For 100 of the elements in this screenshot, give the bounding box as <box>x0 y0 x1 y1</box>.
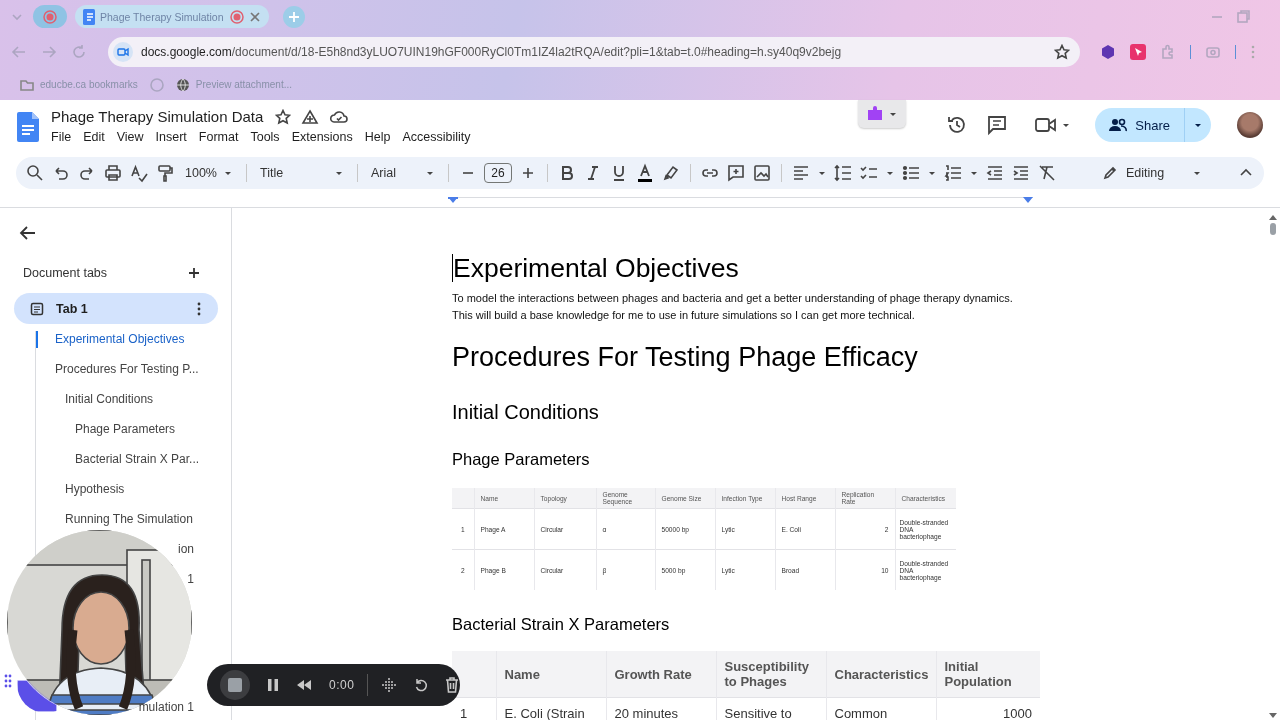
stop-button[interactable] <box>220 670 250 700</box>
extension-button[interactable] <box>858 100 907 128</box>
table-cell: Common <box>834 706 888 720</box>
font-dropdown[interactable]: Arial <box>367 161 439 185</box>
outline-item[interactable]: Hypothesis <box>65 482 125 496</box>
back-arrow-icon[interactable] <box>19 224 37 242</box>
people-icon <box>1109 118 1128 132</box>
docs-logo-icon[interactable] <box>17 112 39 142</box>
outline-item[interactable]: Experimental Objectives <box>55 332 185 346</box>
indent-marker-icon[interactable] <box>1023 197 1033 205</box>
url-text: docs.google.com/document/d/18-E5h8nd3yLUO7UIN19hGF000RyCl0Tm1IZ4la2tRQA/edit?pli=1&tab=t.0#heading=h.sy40q9v2bejg <box>141 45 843 59</box>
table-cell: E. Coli (Strain <box>504 706 585 720</box>
cursor-extension-icon[interactable] <box>1130 44 1146 60</box>
outline-item[interactable]: Initial Conditions <box>65 392 154 406</box>
outline-item[interactable]: Phage Parameters <box>75 422 176 436</box>
menu-item[interactable]: Insert <box>149 128 193 146</box>
spellcheck-icon[interactable] <box>129 163 149 183</box>
menu-item[interactable]: Edit <box>77 128 111 146</box>
menu-item[interactable]: Format <box>192 128 245 146</box>
menu-item[interactable]: Tools <box>244 128 286 146</box>
zoom-dropdown[interactable]: 100% <box>181 161 237 185</box>
table-cell: 20 minutes <box>614 706 679 720</box>
scroll-up-icon[interactable] <box>1267 213 1278 221</box>
menu-item[interactable]: Extensions <box>285 128 359 146</box>
recording-icon <box>230 9 244 24</box>
search-icon[interactable] <box>25 163 45 183</box>
paint-format-icon[interactable] <box>155 163 175 183</box>
trash-icon[interactable] <box>445 677 460 693</box>
menu-item[interactable]: Accessibility <box>396 128 477 146</box>
extension-icon[interactable] <box>1100 44 1116 60</box>
image-icon[interactable] <box>752 163 772 183</box>
table-cell: 1 <box>460 706 468 720</box>
add-comment-icon[interactable] <box>726 163 746 183</box>
rewind-icon[interactable] <box>296 679 312 691</box>
decrease-indent-icon[interactable] <box>985 163 1005 183</box>
font-size-field[interactable]: 26 <box>484 163 512 183</box>
column-header: Initial Population <box>936 651 1040 698</box>
paragraph: To model the interactions between phages and bacteria and get a better understanding of phage therapy dynamics. This will build a base knowledge for me to use in future simulations so I can get more technical. <box>452 291 1014 323</box>
table-cell: 1000 <box>1003 706 1032 720</box>
drag-handle-icon[interactable] <box>4 674 12 688</box>
close-icon[interactable] <box>249 10 261 23</box>
video-call-icon[interactable] <box>1034 115 1059 135</box>
line-spacing-icon[interactable] <box>833 163 853 183</box>
bookmark-star-icon[interactable] <box>1054 44 1070 60</box>
text-color-icon[interactable] <box>635 163 655 183</box>
clear-formatting-icon[interactable] <box>1037 163 1057 183</box>
subheading: Initial Conditions <box>452 400 600 425</box>
outline-item[interactable]: Procedures For Testing P... <box>55 362 199 376</box>
style-dropdown[interactable]: Title <box>256 161 348 185</box>
menu-item[interactable]: View <box>110 128 150 146</box>
add-tab-icon[interactable] <box>188 267 200 279</box>
launcher-button[interactable] <box>17 680 57 712</box>
indent-marker-icon[interactable] <box>448 197 458 205</box>
outline-item[interactable]: Bacterial Strain X Par... <box>75 452 200 466</box>
folder-icon <box>20 77 34 92</box>
editing-mode-dropdown[interactable]: Editing <box>1098 165 1206 181</box>
grid-icon[interactable] <box>381 677 398 693</box>
print-icon[interactable] <box>103 163 123 183</box>
share-button[interactable]: Share <box>1095 108 1185 142</box>
bulleted-list-icon[interactable] <box>901 163 921 183</box>
subheading: Bacterial Strain X Parameters <box>452 614 671 635</box>
scroll-down-icon[interactable] <box>1267 712 1278 720</box>
timer: 0:00 <box>329 678 355 692</box>
globe-icon <box>175 77 190 92</box>
recording-icon <box>43 9 57 24</box>
outline-item[interactable]: Running The Simulation <box>65 512 193 526</box>
document-icon <box>30 301 44 316</box>
star-icon[interactable] <box>275 108 292 125</box>
outline-item[interactable]: ion <box>178 542 194 556</box>
stop-icon <box>228 678 242 692</box>
highlighter-icon[interactable] <box>661 163 681 183</box>
site-info-icon[interactable] <box>113 42 133 62</box>
increase-indent-icon[interactable] <box>1011 163 1031 183</box>
document-icon <box>83 8 95 25</box>
menu-item[interactable]: File <box>51 128 78 146</box>
menu-item[interactable]: Help <box>358 128 397 146</box>
pause-icon[interactable] <box>267 678 279 692</box>
column-header: Susceptibility to Phages <box>716 651 826 698</box>
heading: Procedures For Testing Phage Efficacy <box>452 341 919 374</box>
outline-item[interactable]: 1 <box>187 572 194 586</box>
column-header: Growth Rate <box>606 651 716 698</box>
more-icon[interactable] <box>196 301 202 316</box>
document-tab[interactable]: Tab 1 <box>14 293 218 324</box>
outline-item[interactable]: mulation 1 <box>138 700 194 714</box>
puzzle-icon <box>866 106 885 122</box>
pencil-icon <box>1102 165 1118 181</box>
numbered-list-icon[interactable] <box>943 163 963 183</box>
document-title[interactable]: Phage Therapy Simulation Data <box>51 108 264 125</box>
avatar-icon[interactable] <box>1237 112 1263 138</box>
cloud-icon[interactable] <box>329 108 350 125</box>
comment-icon[interactable] <box>986 114 1009 136</box>
column-header: Name <box>496 651 606 698</box>
scrollbar-thumb[interactable] <box>1269 223 1276 235</box>
align-icon[interactable] <box>791 163 811 183</box>
tab-title: Phage Therapy Simulation <box>100 10 224 23</box>
move-folder-icon[interactable] <box>301 108 320 125</box>
document-title-text: Experimental Objectives <box>453 252 739 284</box>
sidebar-heading: Document tabs <box>23 266 108 280</box>
address-bar[interactable]: docs.google.com/document/d/18-E5h8nd3yLUO7UIN19hGF000RyCl0Tm1IZ4la2tRQA/edit?pli=1&tab=t.0#heading=h.sy40q9v2bejg <box>108 37 1080 67</box>
restart-icon[interactable] <box>414 678 429 692</box>
